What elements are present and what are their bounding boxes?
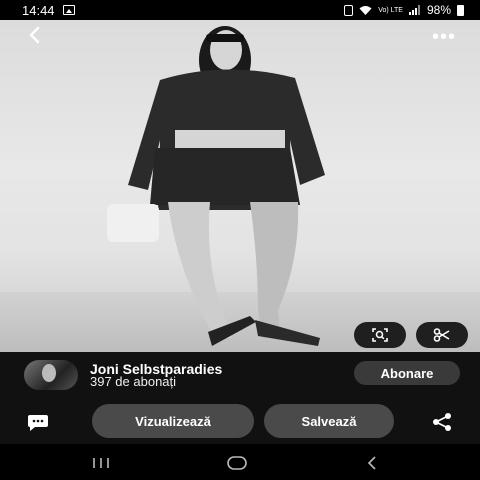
- back-arrow-icon[interactable]: [24, 24, 50, 50]
- network-type: Vo) LTE: [378, 6, 403, 14]
- system-nav-bar: [0, 444, 480, 480]
- status-bar: 14:44 Vo) LTE 98%: [0, 0, 480, 20]
- recent-apps-icon[interactable]: [85, 452, 117, 474]
- model-figure: [107, 26, 325, 346]
- signal-icon: [408, 5, 420, 15]
- status-time: 14:44: [22, 2, 55, 18]
- status-left: 14:44: [22, 3, 75, 18]
- status-right: Vo) LTE 98%: [344, 3, 464, 17]
- save-button[interactable]: Salvează: [264, 404, 394, 438]
- visit-button[interactable]: Vizualizează: [92, 404, 254, 438]
- nav-back-icon[interactable]: [356, 452, 388, 474]
- gallery-notification-icon: [62, 5, 75, 15]
- home-icon[interactable]: [221, 452, 253, 474]
- battery-percent: 98%: [426, 3, 451, 17]
- battery-icon: [457, 4, 464, 16]
- share-icon[interactable]: [430, 412, 454, 432]
- scissors-icon[interactable]: [416, 322, 468, 348]
- pin-image[interactable]: •••: [0, 20, 480, 352]
- wifi-icon: [359, 6, 372, 15]
- avatar[interactable]: [24, 360, 78, 390]
- visual-search-icon[interactable]: [354, 322, 406, 348]
- comment-icon[interactable]: [26, 412, 50, 432]
- pin-detail-panel: Joni Selbstparadies 397 de abonați Abona…: [0, 352, 480, 444]
- follower-count: 397 de abonați: [90, 374, 177, 389]
- more-options-button[interactable]: •••: [432, 26, 456, 49]
- alarm-icon: [344, 4, 354, 16]
- follow-button[interactable]: Abonare: [354, 361, 460, 385]
